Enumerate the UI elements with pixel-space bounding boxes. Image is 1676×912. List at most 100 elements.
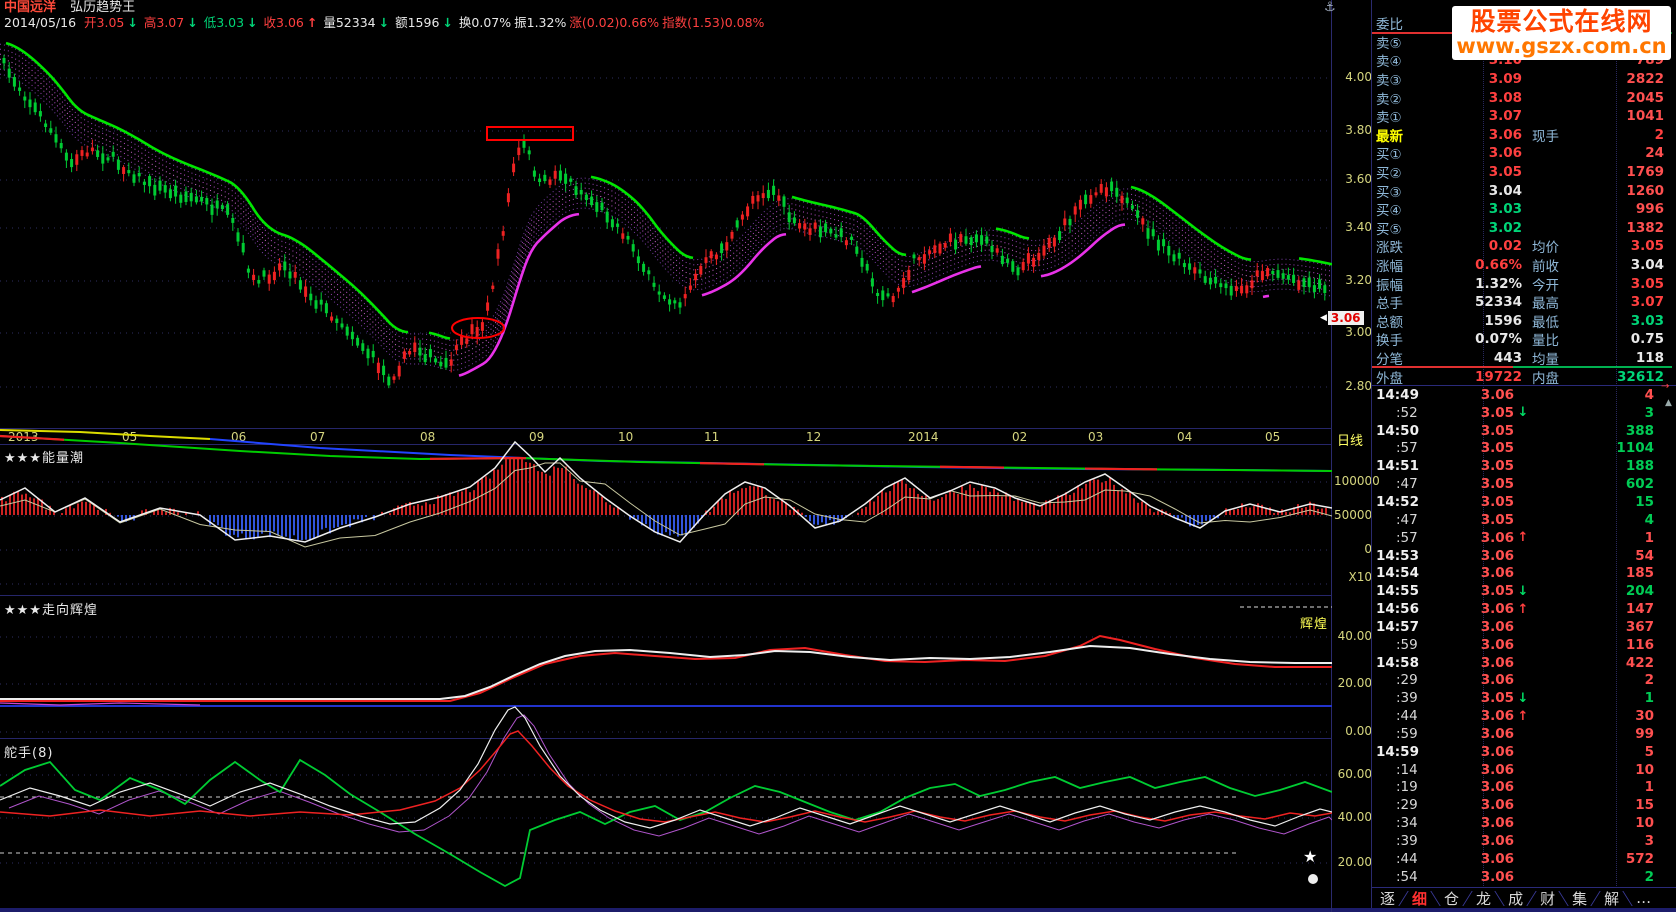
buy-volume: 1382: [1522, 220, 1676, 236]
tick-row: :573.051104: [1372, 440, 1668, 458]
stat-row: 换手0.07%量比0.75: [1372, 330, 1676, 349]
tick-volume: 1104: [1532, 440, 1668, 456]
tick-volume: 4: [1532, 387, 1668, 403]
scroll-up-icon[interactable]: ▲: [1665, 398, 1672, 408]
period-label[interactable]: 日线: [1337, 430, 1363, 449]
ma-ribbon-line: [0, 44, 1332, 340]
charts-canvas[interactable]: ★: [0, 0, 1332, 912]
buy-price: 3.06: [1438, 145, 1522, 161]
tick-volume: 15: [1532, 494, 1668, 510]
sell-row[interactable]: 卖③3.092822: [1372, 70, 1676, 89]
tick-time: :47: [1372, 476, 1434, 492]
tick-price: 3.06: [1434, 387, 1514, 403]
tick-volume: 367: [1532, 619, 1668, 635]
axis-tick-label: 0: [1334, 543, 1372, 556]
axis-tick-label: X10: [1334, 571, 1372, 584]
panel-title-helm: 舵手(8): [4, 742, 53, 761]
tick-time: 14:55: [1372, 583, 1434, 599]
tick-volume: 10: [1532, 762, 1668, 778]
trend-band-magenta: [1263, 296, 1269, 297]
buy-row[interactable]: 买③3.041260: [1372, 181, 1676, 200]
tick-arrow-icon: ↑: [1514, 602, 1532, 617]
tick-volume: 10: [1532, 815, 1668, 831]
stat-row: 总手52334最高3.07: [1372, 293, 1676, 312]
tick-price: 3.06: [1434, 601, 1514, 617]
stat-value: 0.07%: [1438, 331, 1522, 347]
tick-time: 14:53: [1372, 548, 1434, 564]
sell-price: 3.09: [1438, 71, 1522, 87]
stat-row: 涨幅0.66%前收3.04: [1372, 256, 1676, 275]
tick-time: :19: [1372, 779, 1434, 795]
tick-volume: 30: [1532, 708, 1668, 724]
axis-tick-label: 3.00: [1334, 326, 1372, 339]
stat-label: 最高: [1532, 292, 1590, 312]
sell-level-label: 卖④: [1372, 50, 1438, 70]
axis-tick-label: 40.00: [1334, 811, 1372, 824]
buy-volume: 1769: [1522, 164, 1676, 180]
tick-time: :44: [1372, 851, 1434, 867]
stat-label: 振幅: [1372, 274, 1438, 294]
buy-level-label: 买③: [1372, 181, 1438, 201]
tick-row: :193.061: [1372, 779, 1668, 797]
sell-price: 3.07: [1438, 108, 1522, 124]
tick-price: 3.05: [1434, 458, 1514, 474]
buy-row[interactable]: 买④3.03996: [1372, 200, 1676, 219]
stat-value: 19722: [1438, 369, 1522, 385]
tick-row: :143.0610: [1372, 761, 1668, 779]
buy-row[interactable]: 买⑤3.021382: [1372, 219, 1676, 238]
tick-volume: 185: [1532, 565, 1668, 581]
stat-value: 443: [1438, 350, 1522, 366]
tick-volume: 5: [1532, 744, 1668, 760]
tick-time: 14:56: [1372, 601, 1434, 617]
tick-volume: 116: [1532, 637, 1668, 653]
buy-volume: 1260: [1522, 183, 1676, 199]
current-price-value: 3.06: [1328, 311, 1364, 325]
tick-volume: 3: [1532, 405, 1668, 421]
latest-price: 3.06: [1438, 127, 1522, 143]
axis-tick-label: 3.80: [1334, 124, 1372, 137]
buy-row[interactable]: 买①3.0624: [1372, 144, 1676, 163]
stat-label: 今开: [1532, 274, 1590, 294]
tab-…[interactable]: …: [1628, 889, 1659, 907]
stat-label: 换手: [1372, 329, 1438, 349]
stat-row: 振幅1.32%今开3.05: [1372, 274, 1676, 293]
anchor-icon[interactable]: ⚓: [1324, 0, 1336, 15]
stat-label: 涨跌: [1372, 236, 1438, 256]
tick-row: :593.06116: [1372, 636, 1668, 654]
sell-row[interactable]: 卖②3.082045: [1372, 88, 1676, 107]
stat-label: 量比: [1532, 329, 1590, 349]
axis-tick-label: 60.00: [1334, 768, 1372, 781]
stat-label: 均价: [1532, 236, 1590, 256]
tick-time: 14:49: [1372, 387, 1434, 403]
axis-tick-label: 3.20: [1334, 274, 1372, 287]
tick-price: 3.06: [1434, 530, 1514, 546]
tick-price: 3.05: [1434, 690, 1514, 706]
ma-ribbon-line: [0, 64, 1332, 360]
tick-price: 3.05: [1434, 423, 1514, 439]
tick-price: 3.06: [1434, 779, 1514, 795]
tick-price: 3.05: [1434, 405, 1514, 421]
tick-row: :343.0610: [1372, 814, 1668, 832]
buy-row[interactable]: 买②3.051769: [1372, 163, 1676, 182]
tick-price: 3.06: [1434, 548, 1514, 564]
tick-row: :443.06↑30: [1372, 707, 1668, 725]
tick-row: 14:553.05↓204: [1372, 582, 1668, 600]
current-price-marker: ◀ 3.06: [1320, 311, 1364, 325]
stat-value: 0.02: [1438, 238, 1522, 254]
tick-row: :293.062: [1372, 672, 1668, 690]
buy-price: 3.04: [1438, 183, 1522, 199]
watermark-title: 股票公式在线网: [1470, 8, 1652, 35]
ma-ribbon-line: [0, 49, 1332, 345]
tick-price: 3.06: [1434, 815, 1514, 831]
buy-level-label: 买④: [1372, 199, 1438, 219]
tick-price: 3.06: [1434, 833, 1514, 849]
stat-label: 总额: [1372, 311, 1438, 331]
hand-value: 2: [1590, 127, 1676, 143]
helm-red-line: [0, 731, 1332, 822]
tick-list[interactable]: 14:493.064:523.05↓314:503.05388:573.0511…: [1372, 386, 1668, 886]
tick-time: :29: [1372, 797, 1434, 813]
tick-volume: 188: [1532, 458, 1668, 474]
tick-row: :473.05602: [1372, 475, 1668, 493]
sell-row[interactable]: 卖①3.071041: [1372, 107, 1676, 126]
obv-ma-red-segment: [940, 467, 1004, 468]
